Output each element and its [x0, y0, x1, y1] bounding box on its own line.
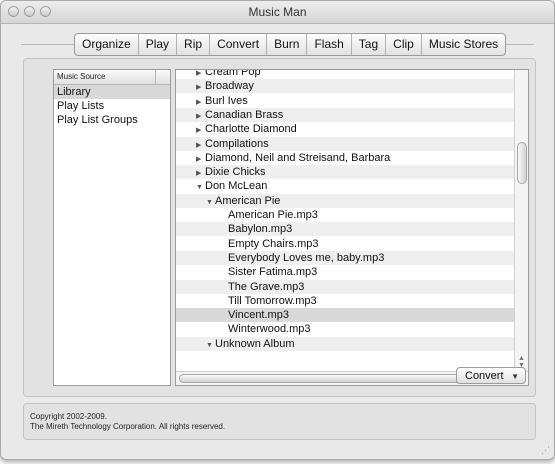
track-row[interactable]: American Pie.mp3 — [176, 208, 514, 222]
tab-tag[interactable]: Tag — [352, 34, 387, 55]
tree-row-label: Burl Ives — [205, 94, 248, 107]
disclosure-expanded-icon[interactable]: ▼ — [206, 339, 215, 353]
tree-row-label: Unknown Album — [215, 337, 295, 350]
tree-row-label: Diamond, Neil and Streisand, Barbara — [205, 151, 391, 164]
music-source-header: Music Source — [54, 70, 170, 85]
horizontal-scroll-thumb[interactable] — [179, 374, 463, 383]
column-divider — [155, 70, 156, 84]
tree-row-label: Dixie Chicks — [205, 166, 266, 179]
tab-rip[interactable]: Rip — [177, 34, 211, 55]
footer-panel: Copyright 2002-2009. The Mireth Technolo… — [23, 403, 536, 440]
track-row[interactable]: Vincent.mp3 — [176, 308, 514, 323]
track-row[interactable]: Till Tomorrow.mp3 — [176, 294, 514, 308]
title-bar: Music Man — [1, 1, 554, 24]
tab-burn[interactable]: Burn — [267, 34, 308, 55]
tab-convert[interactable]: Convert — [210, 34, 268, 55]
tree-row-label: The Grave.mp3 — [228, 280, 305, 293]
artist-row[interactable]: ▼ Don McLean — [176, 179, 514, 193]
track-row[interactable]: Babylon.mp3 — [176, 222, 514, 237]
tab-flash[interactable]: Flash — [307, 34, 352, 55]
vertical-scroll-thumb[interactable] — [517, 142, 527, 184]
tree-row-label: Broadway — [205, 80, 254, 93]
artist-row[interactable]: ▶ Burl Ives — [176, 94, 514, 108]
convert-button-label: Convert — [465, 370, 504, 382]
track-row[interactable]: The Grave.mp3 — [176, 279, 514, 294]
copyright-line-1: Copyright 2002-2009. — [30, 412, 107, 421]
tree-row-label: Till Tomorrow.mp3 — [228, 294, 317, 307]
tab-play[interactable]: Play — [139, 34, 178, 55]
tree-row-label: Winterwood.mp3 — [228, 323, 311, 336]
tree-row-label: Empty Chairs.mp3 — [228, 237, 319, 250]
artist-row[interactable]: ▶ Broadway — [176, 79, 514, 94]
library-tree[interactable]: ▶ Cream Pop ▶ Broadway ▶ Burl Ives ▶ Canadian B… — [175, 69, 529, 386]
source-item-play-list-groups[interactable]: Play List Groups — [54, 113, 170, 127]
tree-row-label: Sister Fatima.mp3 — [228, 266, 318, 279]
vertical-scrollbar[interactable]: ▲ ▼ — [514, 70, 528, 371]
track-row[interactable]: Winterwood.mp3 — [176, 322, 514, 336]
tab-organize[interactable]: Organize — [75, 34, 139, 55]
tree-row-label: American Pie.mp3 — [228, 209, 318, 221]
tree-row-label: Don McLean — [205, 180, 268, 193]
artist-row[interactable]: ▶ Compilations — [176, 136, 514, 151]
music-source-list[interactable]: Music Source Library Play Lists Play List … — [53, 69, 171, 386]
tree-row-label: Cream Pop — [205, 70, 261, 78]
tree-row-label: Vincent.mp3 — [228, 309, 289, 322]
tree-row-label: Canadian Brass — [205, 108, 284, 121]
tab-music-stores[interactable]: Music Stores — [422, 34, 505, 55]
tree-row-label: Babylon.mp3 — [228, 223, 293, 236]
app-window: Music Man Organize Play Rip Convert Burn Flas… — [0, 0, 555, 460]
artist-row[interactable]: ▶ Diamond, Neil and Streisand, Barbara — [176, 151, 514, 165]
tree-row-label: American Pie — [215, 194, 281, 207]
track-row[interactable]: Everybody Loves me, baby.mp3 — [176, 250, 514, 265]
window-title: Music Man — [248, 5, 307, 19]
track-row[interactable]: Sister Fatima.mp3 — [176, 265, 514, 279]
scroll-up-icon[interactable]: ▲ — [517, 355, 526, 362]
artist-row[interactable]: ▶ Canadian Brass — [176, 107, 514, 122]
artist-row[interactable]: ▶ Dixie Chicks — [176, 165, 514, 180]
copyright-text: Copyright 2002-2009. The Mireth Technolo… — [30, 412, 225, 432]
dropdown-arrow-icon: ▼ — [511, 372, 519, 381]
artist-row[interactable]: ▶ Charlotte Diamond — [176, 122, 514, 136]
album-row[interactable]: ▼ American Pie — [176, 193, 514, 208]
tree-row-label: Everybody Loves me, baby.mp3 — [228, 251, 385, 264]
resize-grip-icon[interactable]: ⋰ — [541, 445, 550, 456]
tab-bar: Organize Play Rip Convert Burn Flash Tag Clip Mu… — [74, 33, 507, 56]
album-row[interactable]: ▼ Unknown Album — [176, 336, 514, 353]
tree-row-label: Compilations — [205, 137, 269, 150]
track-row[interactable]: Empty Chairs.mp3 — [176, 237, 514, 251]
copyright-line-2: The Mireth Technology Corporation. All r… — [30, 422, 226, 431]
tab-clip[interactable]: Clip — [386, 34, 422, 55]
tree-row-label: Charlotte Diamond — [205, 123, 297, 136]
source-item-play-lists[interactable]: Play Lists — [54, 99, 170, 113]
convert-button[interactable]: Convert ▼ — [456, 367, 526, 384]
artist-row[interactable]: ▶ Cream Pop — [176, 70, 514, 79]
source-item-library[interactable]: Library — [54, 85, 170, 99]
